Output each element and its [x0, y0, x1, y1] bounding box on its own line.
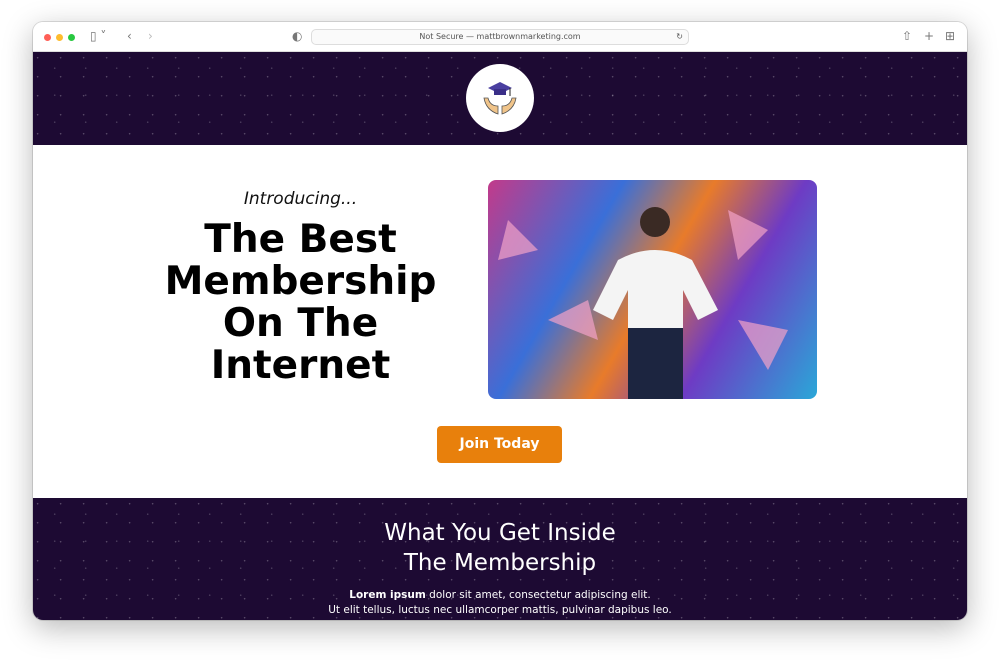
- maximize-window-button[interactable]: [68, 34, 75, 41]
- address-bar[interactable]: Not Secure — mattbrownmarketing.com ↻: [311, 29, 689, 45]
- browser-toolbar: ▯ ˅ ‹ › ◐ Not Secure — mattbrownmarketin…: [33, 22, 967, 52]
- back-icon[interactable]: ‹: [127, 29, 132, 43]
- site-header: [33, 52, 967, 145]
- url-text: Not Secure — mattbrownmarketing.com: [419, 32, 581, 41]
- benefits-text-line2: Ut elit tellus, luctus nec ullamcorper m…: [328, 604, 672, 616]
- browser-window: ▯ ˅ ‹ › ◐ Not Secure — mattbrownmarketin…: [33, 22, 967, 620]
- new-tab-icon[interactable]: +: [924, 29, 934, 43]
- benefits-title-line1: What You Get Inside: [384, 520, 616, 546]
- minimize-window-button[interactable]: [56, 34, 63, 41]
- hero-intro: Introducing...: [243, 189, 358, 209]
- site-logo[interactable]: [466, 64, 534, 132]
- benefits-title: What You Get Inside The Membership: [33, 498, 967, 578]
- forward-icon[interactable]: ›: [148, 29, 153, 43]
- hero-section: Introducing... The Best Membership On Th…: [33, 145, 967, 498]
- benefits-text-rest: dolor sit amet, consectetur adipiscing e…: [425, 589, 651, 601]
- reload-icon[interactable]: ↻: [676, 30, 683, 44]
- join-today-button[interactable]: Join Today: [437, 426, 562, 463]
- privacy-shield-icon[interactable]: ◐: [292, 29, 302, 43]
- benefits-title-line2: The Membership: [403, 550, 597, 576]
- share-icon[interactable]: ⇧: [902, 29, 912, 43]
- hero-title: The Best Membership On The Internet: [164, 217, 437, 388]
- benefits-text-bold: Lorem ipsum: [349, 589, 426, 601]
- tab-overview-icon[interactable]: ⊞: [945, 29, 955, 43]
- close-window-button[interactable]: [44, 34, 51, 41]
- hero-photo: [488, 180, 817, 399]
- graduation-hands-icon: [483, 82, 517, 115]
- benefits-text: Lorem ipsum dolor sit amet, consectetur …: [33, 588, 967, 618]
- benefits-section: What You Get Inside The Membership Lorem …: [33, 498, 967, 620]
- sidebar-icon[interactable]: ▯ ˅: [90, 29, 106, 43]
